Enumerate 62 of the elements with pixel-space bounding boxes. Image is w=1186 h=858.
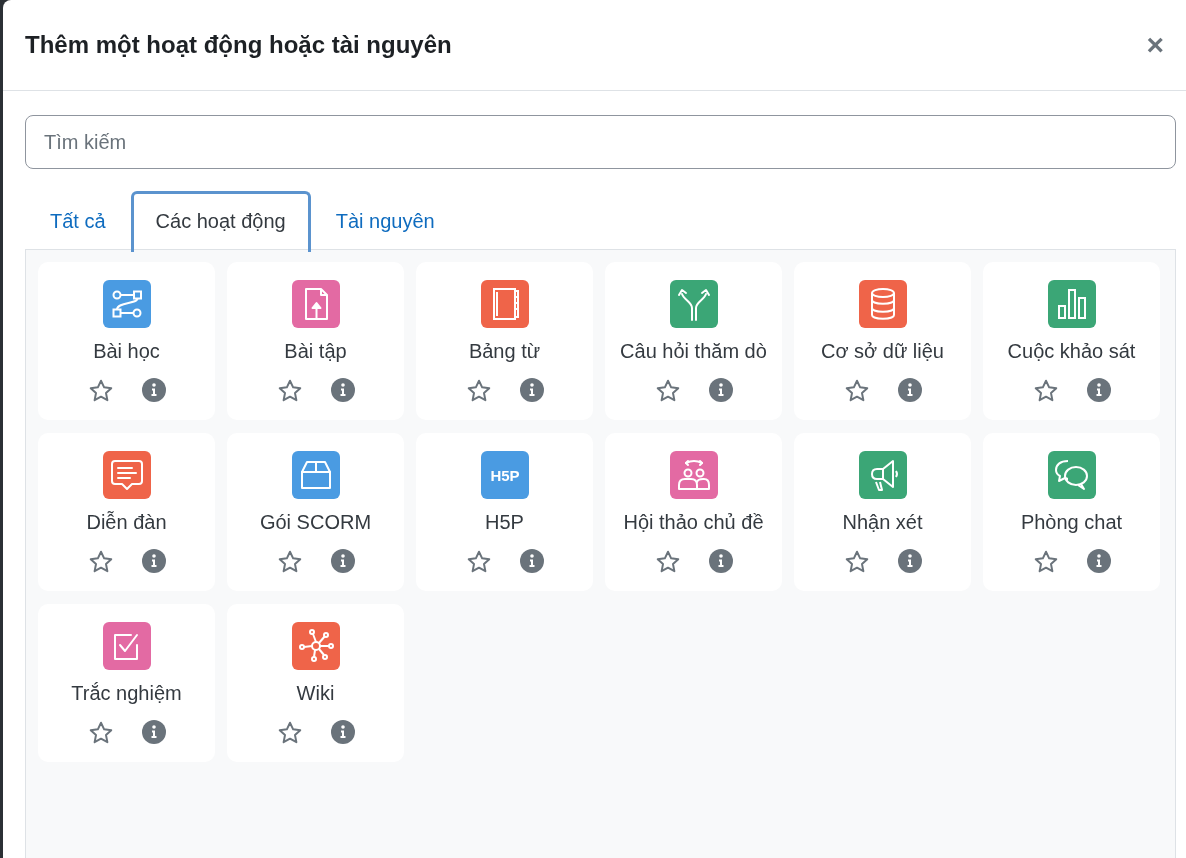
- info-icon[interactable]: [141, 549, 166, 575]
- star-icon[interactable]: [465, 549, 492, 575]
- info-icon[interactable]: [330, 378, 355, 404]
- star-icon[interactable]: [276, 549, 303, 575]
- info-icon[interactable]: [897, 549, 922, 575]
- activity-card[interactable]: Cuộc khảo sát: [983, 262, 1160, 420]
- activity-name: Wiki: [296, 681, 335, 706]
- activity-card[interactable]: Bài học: [38, 262, 215, 420]
- activity-card[interactable]: Wiki: [227, 604, 404, 762]
- dialog-title: Thêm một hoạt động hoặc tài nguyên: [25, 31, 452, 59]
- star-icon[interactable]: [276, 378, 303, 404]
- info-icon[interactable]: [708, 549, 733, 575]
- info-icon[interactable]: [519, 549, 544, 575]
- activity-card[interactable]: Phòng chat: [983, 433, 1160, 591]
- star-icon[interactable]: [1032, 549, 1059, 575]
- activity-card[interactable]: Bài tập: [227, 262, 404, 420]
- info-icon[interactable]: [708, 378, 733, 404]
- info-icon[interactable]: [330, 549, 355, 575]
- tab[interactable]: Tất cả: [25, 191, 131, 249]
- activity-name: Trắc nghiệm: [71, 681, 182, 706]
- info-icon[interactable]: [897, 378, 922, 404]
- activity-card[interactable]: Nhận xét: [794, 433, 971, 591]
- tab[interactable]: Tài nguyên: [310, 191, 460, 249]
- star-icon[interactable]: [276, 720, 303, 746]
- star-icon[interactable]: [843, 378, 870, 404]
- activity-name: Cuộc khảo sát: [1007, 339, 1136, 364]
- info-icon[interactable]: [1086, 378, 1111, 404]
- activity-name: H5P: [485, 510, 524, 535]
- activity-name: Nhận xét: [842, 510, 923, 535]
- star-icon[interactable]: [465, 378, 492, 404]
- star-icon[interactable]: [87, 378, 114, 404]
- activity-name: Bảng từ: [468, 339, 541, 364]
- star-icon[interactable]: [1032, 378, 1059, 404]
- activity-name: Cơ sở dữ liệu: [821, 339, 944, 364]
- activity-name: Phòng chat: [1020, 510, 1123, 535]
- activity-name: Bài học: [93, 339, 160, 364]
- info-icon[interactable]: [1086, 549, 1111, 575]
- close-button[interactable]: ×: [1146, 30, 1164, 60]
- activity-name: Câu hỏi thăm dò: [620, 339, 767, 364]
- activity-name: Bài tập: [284, 339, 347, 364]
- activity-card[interactable]: Hội thảo chủ đề: [605, 433, 782, 591]
- activity-card[interactable]: Diễn đàn: [38, 433, 215, 591]
- search-field[interactable]: Tìm kiếm: [25, 115, 1176, 169]
- activity-name: Diễn đàn: [86, 510, 167, 535]
- activity-card[interactable]: Bảng từ: [416, 262, 593, 420]
- activity-name: Gói SCORM: [259, 510, 372, 535]
- activity-card[interactable]: Câu hỏi thăm dò: [605, 262, 782, 420]
- activity-card[interactable]: H5P H5P: [416, 433, 593, 591]
- activity-card[interactable]: Trắc nghiệm: [38, 604, 215, 762]
- activity-card[interactable]: Gói SCORM: [227, 433, 404, 591]
- activity-icon: H5P: [480, 451, 529, 499]
- activity-card[interactable]: Cơ sở dữ liệu: [794, 262, 971, 420]
- star-icon[interactable]: [87, 720, 114, 746]
- star-icon[interactable]: [654, 378, 681, 404]
- star-icon[interactable]: [843, 549, 870, 575]
- star-icon[interactable]: [87, 549, 114, 575]
- info-icon[interactable]: [141, 720, 166, 746]
- info-icon[interactable]: [330, 720, 355, 746]
- activity-name: Hội thảo chủ đề: [623, 510, 764, 535]
- info-icon[interactable]: [519, 378, 544, 404]
- star-icon[interactable]: [654, 549, 681, 575]
- info-icon[interactable]: [141, 378, 166, 404]
